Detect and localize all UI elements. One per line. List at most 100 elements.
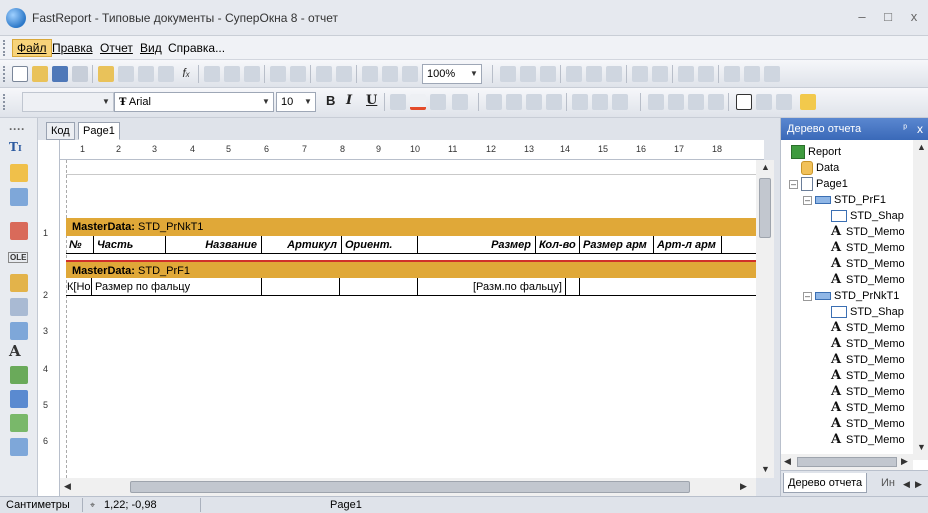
collapse-icon[interactable]: – [803, 292, 812, 301]
chevron-down-icon[interactable]: ▼ [467, 65, 481, 83]
font-settings-icon[interactable] [390, 94, 406, 110]
scroll-down-icon[interactable]: ▼ [761, 464, 770, 474]
memo-cell[interactable] [566, 278, 580, 296]
tree-node[interactable]: Page1 [801, 176, 848, 192]
picture-icon[interactable] [10, 298, 28, 316]
open-icon[interactable] [32, 66, 48, 82]
scroll-thumb[interactable] [759, 178, 771, 238]
band-tool-icon[interactable] [10, 188, 28, 206]
memo-cell[interactable] [262, 278, 340, 296]
font-name-select[interactable]: Ŧ Arial ▼ [114, 92, 274, 112]
space-vertically-icon[interactable] [652, 66, 668, 82]
menu-grip-icon[interactable] [3, 40, 6, 56]
scroll-thumb[interactable] [797, 457, 897, 467]
insert-band-icon[interactable] [10, 222, 28, 240]
select-tool-icon[interactable] [10, 164, 28, 182]
chevron-down-icon[interactable]: ▼ [259, 93, 273, 111]
scroll-left-icon[interactable]: ◀ [64, 481, 71, 492]
tree-node[interactable]: A STD_Memo [831, 336, 905, 352]
tree-node[interactable]: STD_PrF1 [815, 192, 886, 208]
collapse-icon[interactable]: – [803, 196, 812, 205]
shadow-icon[interactable] [776, 94, 792, 110]
memo-cell[interactable]: Размер по фальцу [92, 278, 262, 296]
memo-cell[interactable]: К[Но [66, 278, 92, 296]
save-icon[interactable] [52, 66, 68, 82]
toolbar-grip-icon[interactable] [3, 94, 6, 110]
tree-node[interactable]: A STD_Memo [831, 416, 905, 432]
scroll-left-icon[interactable]: ◀ [784, 456, 791, 467]
all-frames-icon[interactable] [736, 94, 752, 110]
chart-tool-icon[interactable] [10, 390, 28, 408]
style-select[interactable]: ▼ [22, 92, 114, 112]
preview-icon[interactable] [72, 66, 88, 82]
memo-cell[interactable]: № [66, 236, 94, 254]
menu-file[interactable]: Файл [12, 39, 52, 57]
band-header-prnkt1[interactable]: MasterData: STD_PrNkT1 [66, 218, 756, 236]
redo-icon[interactable] [290, 66, 306, 82]
tree-node[interactable]: A STD_Memo [831, 240, 905, 256]
tree-node[interactable]: STD_Shap [831, 304, 904, 320]
tree-node[interactable]: A STD_Memo [831, 320, 905, 336]
align-middle-icon[interactable] [586, 66, 602, 82]
new-page-icon[interactable] [98, 66, 114, 82]
center-vertically-icon[interactable] [698, 66, 714, 82]
memo-cell[interactable]: Размер [418, 236, 536, 254]
ungroup-icon[interactable] [336, 66, 352, 82]
space-horizontally-icon[interactable] [632, 66, 648, 82]
maximize-button[interactable]: □ [878, 8, 898, 26]
text-tool-icon[interactable]: A [9, 342, 21, 360]
same-width-icon[interactable] [724, 66, 740, 82]
zoom-select[interactable]: 100% ▼ [422, 64, 482, 84]
close-icon[interactable]: x [917, 118, 923, 140]
text-align-left-icon[interactable] [486, 94, 502, 110]
function-icon[interactable]: fx [178, 66, 194, 82]
tree-node[interactable]: A STD_Memo [831, 368, 905, 384]
align-center-icon[interactable] [520, 66, 536, 82]
rotation-icon[interactable] [452, 94, 468, 110]
memo-cell[interactable]: Размер арм [580, 236, 654, 254]
menu-help[interactable]: Справка... [168, 41, 225, 55]
collapse-icon[interactable]: – [789, 180, 798, 189]
tree-horizontal-scrollbar[interactable]: ◀ ▶ [781, 454, 913, 470]
valign-bottom-icon[interactable] [612, 94, 628, 110]
text-object-icon[interactable]: TI [9, 140, 22, 154]
align-top-icon[interactable] [566, 66, 582, 82]
cut-icon[interactable] [204, 66, 220, 82]
scroll-up-icon[interactable]: ▲ [917, 142, 926, 152]
tree-node[interactable]: STD_Shap [831, 208, 904, 224]
menu-view[interactable]: Вид [140, 41, 162, 55]
frame-top-icon[interactable] [648, 94, 664, 110]
same-size-icon[interactable] [764, 66, 780, 82]
chevron-down-icon[interactable]: ▼ [99, 93, 113, 111]
new-icon[interactable] [12, 66, 28, 82]
memo-cell[interactable]: Часть [94, 236, 166, 254]
ole-object-icon[interactable]: OLE [8, 252, 29, 263]
tree-node[interactable]: A STD_Memo [831, 224, 905, 240]
align-left-icon[interactable] [500, 66, 516, 82]
memo-cell[interactable] [340, 278, 418, 296]
memo-cell[interactable]: Ориент. [342, 236, 418, 254]
no-frames-icon[interactable] [756, 94, 772, 110]
font-color-icon[interactable] [410, 94, 426, 110]
tree-node[interactable]: A STD_Memo [831, 384, 905, 400]
frame-left-icon[interactable] [688, 94, 704, 110]
valign-top-icon[interactable] [572, 94, 588, 110]
tab-page1[interactable]: Page1 [78, 122, 120, 140]
menu-edit[interactable]: Правка [52, 41, 93, 55]
scroll-thumb[interactable] [130, 481, 690, 493]
paste-icon[interactable] [244, 66, 260, 82]
checkbox-tool-icon[interactable] [10, 414, 28, 432]
undo-icon[interactable] [270, 66, 286, 82]
subreport-icon[interactable] [10, 322, 28, 340]
highlight-icon[interactable] [430, 94, 446, 110]
memo-cell[interactable]: Название [166, 236, 262, 254]
fit-grid-icon[interactable] [382, 66, 398, 82]
tree-node[interactable]: A STD_Memo [831, 432, 905, 448]
center-horizontally-icon[interactable] [678, 66, 694, 82]
text-justify-icon[interactable] [546, 94, 562, 110]
tab-report-tree[interactable]: Дерево отчета [783, 473, 868, 493]
tree-node[interactable]: A STD_Memo [831, 272, 905, 288]
group-icon[interactable] [316, 66, 332, 82]
tree-node[interactable]: A STD_Memo [831, 400, 905, 416]
align-grid-icon[interactable] [402, 66, 418, 82]
